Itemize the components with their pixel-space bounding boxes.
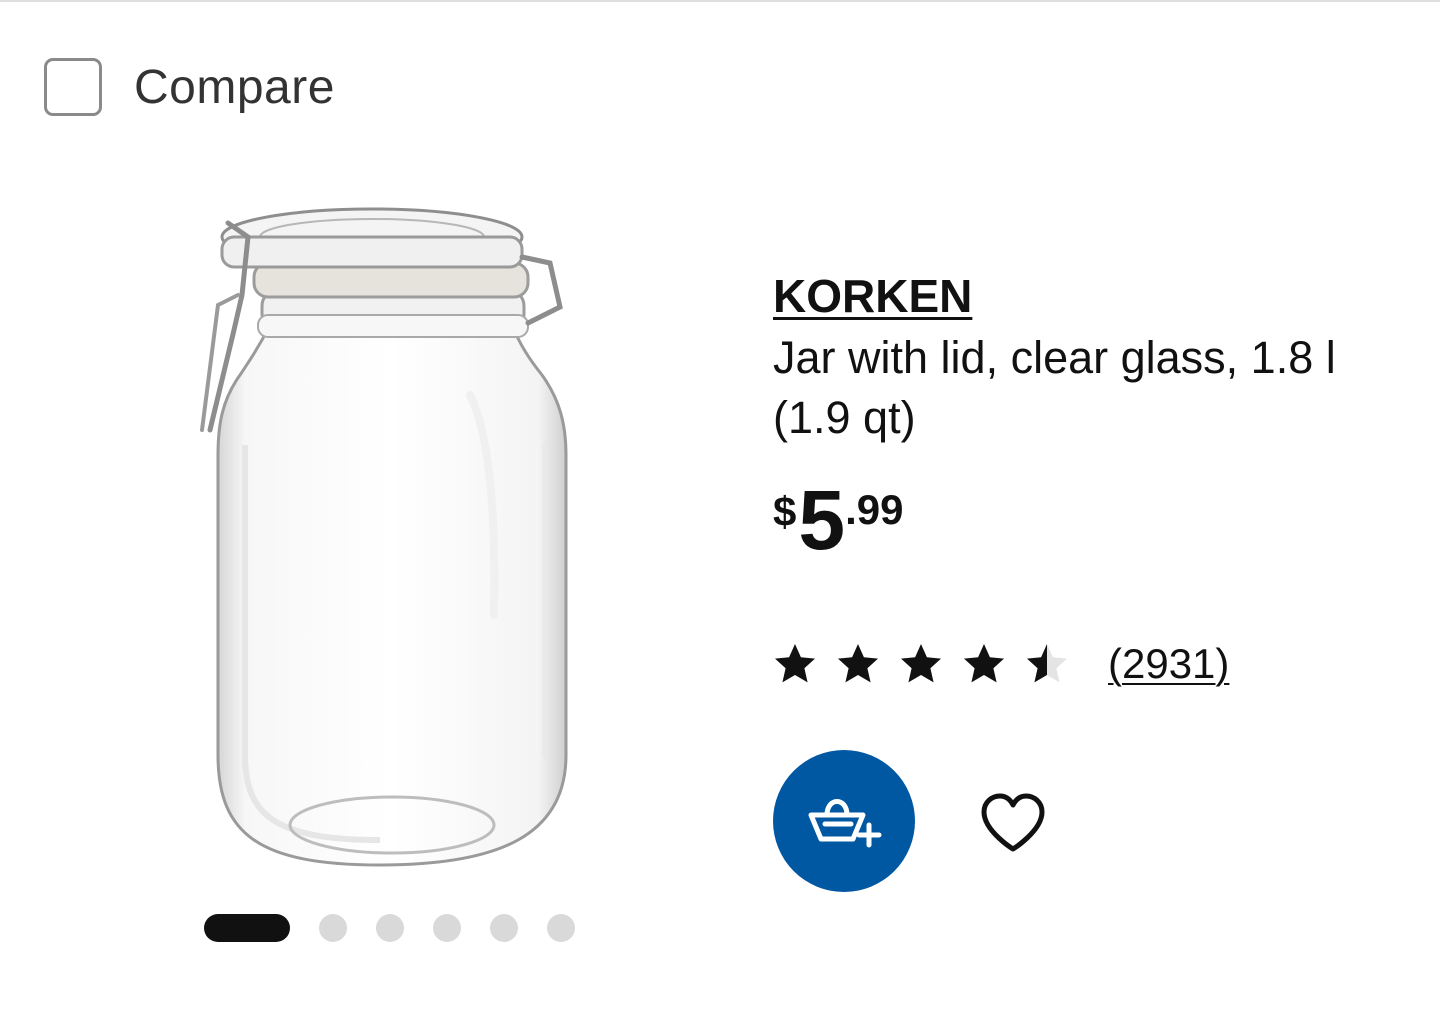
product-info: KORKEN Jar with lid, clear glass, 1.8 l … bbox=[773, 268, 1413, 448]
product-description: Jar with lid, clear glass, 1.8 l (1.9 qt… bbox=[773, 332, 1336, 443]
add-to-cart-button[interactable] bbox=[773, 750, 915, 892]
favorite-button[interactable] bbox=[975, 788, 1051, 858]
carousel-dot[interactable] bbox=[490, 914, 518, 942]
heart-outline-icon bbox=[981, 793, 1045, 852]
rating[interactable]: (2931) bbox=[773, 640, 1229, 688]
checkbox-box[interactable] bbox=[44, 58, 102, 116]
star-full-icon bbox=[775, 644, 815, 683]
product-price: $ 5 .99 bbox=[773, 478, 903, 562]
star-full-icon bbox=[901, 644, 941, 683]
carousel-dot-active[interactable] bbox=[204, 914, 290, 942]
price-currency: $ bbox=[773, 488, 797, 535]
rating-stars bbox=[773, 642, 1088, 686]
basket-plus-icon bbox=[808, 799, 882, 848]
price-integer: 5 bbox=[798, 473, 846, 567]
star-full-icon bbox=[838, 644, 878, 683]
carousel-dot[interactable] bbox=[319, 914, 347, 942]
carousel-dot[interactable] bbox=[376, 914, 404, 942]
carousel-dot[interactable] bbox=[433, 914, 461, 942]
product-name-link[interactable]: KORKEN bbox=[773, 268, 972, 324]
compare-label: Compare bbox=[134, 60, 335, 114]
review-count-link[interactable]: (2931) bbox=[1108, 640, 1229, 688]
star-full-icon bbox=[964, 644, 1004, 683]
carousel-dot[interactable] bbox=[547, 914, 575, 942]
top-divider bbox=[0, 0, 1440, 2]
image-carousel-indicator bbox=[204, 914, 604, 942]
product-image[interactable] bbox=[150, 195, 710, 885]
star-half-icon bbox=[1027, 644, 1067, 683]
compare-checkbox[interactable]: Compare bbox=[44, 58, 335, 116]
price-decimal: .99 bbox=[845, 486, 904, 533]
